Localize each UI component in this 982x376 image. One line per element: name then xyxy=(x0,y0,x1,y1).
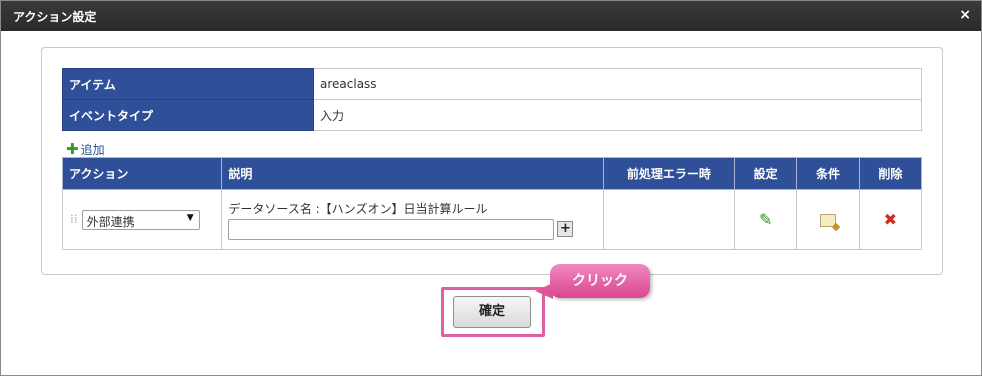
settings-cell: ✎ xyxy=(733,189,798,250)
event-type-label: イベントタイプ xyxy=(62,99,314,131)
info-row-event-type: イベントタイプ 入力 xyxy=(62,99,922,131)
description-input[interactable] xyxy=(228,218,555,240)
action-settings-dialog: アクション設定 × アイテム areaclass イベントタイプ 入力 ✚ 追加 … xyxy=(0,0,982,376)
confirm-button[interactable]: 確定 xyxy=(453,296,531,328)
header-settings: 設定 xyxy=(733,157,798,190)
table-row: ⁞⁞ 外部連携 ▼ データソース名 :【ハンズオン】日当計算ルール + ✎ ✖ xyxy=(61,189,923,250)
settings-panel: アイテム areaclass イベントタイプ 入力 ✚ 追加 アクション 説明 前… xyxy=(41,47,943,275)
event-type-value: 入力 xyxy=(313,99,922,131)
header-description: 説明 xyxy=(221,157,604,190)
close-icon[interactable]: × xyxy=(959,7,971,23)
item-value: areaclass xyxy=(313,68,922,100)
delete-x-icon[interactable]: ✖ xyxy=(884,210,897,229)
action-cell: ⁞⁞ 外部連携 ▼ xyxy=(61,189,223,250)
condition-note-icon[interactable] xyxy=(819,213,836,227)
click-callout: クリック xyxy=(550,264,650,298)
action-table-header: アクション 説明 前処理エラー時 設定 条件 削除 xyxy=(61,157,923,190)
expand-plus-icon[interactable]: + xyxy=(557,221,574,237)
edit-pencil-icon[interactable]: ✎ xyxy=(759,210,772,229)
header-action: アクション xyxy=(61,157,223,190)
info-row-item: アイテム areaclass xyxy=(62,68,922,100)
action-table: アクション 説明 前処理エラー時 設定 条件 削除 ⁞⁞ 外部連携 ▼ データソース… xyxy=(61,157,923,250)
condition-cell xyxy=(796,189,860,250)
drag-handle-icon[interactable]: ⁞⁞ xyxy=(70,212,78,226)
action-type-select[interactable]: 外部連携 ▼ xyxy=(81,209,200,230)
confirm-highlight-box: 確定 xyxy=(441,287,545,337)
pre-error-cell xyxy=(602,189,735,250)
header-condition: 条件 xyxy=(796,157,860,190)
item-label: アイテム xyxy=(62,68,314,100)
title-bar: アクション設定 × xyxy=(1,1,981,31)
dialog-title: アクション設定 xyxy=(13,10,97,24)
plus-icon: ✚ xyxy=(66,140,79,158)
delete-cell: ✖ xyxy=(858,189,923,250)
header-delete: 削除 xyxy=(858,157,923,190)
header-pre-error: 前処理エラー時 xyxy=(602,157,735,190)
info-table: アイテム areaclass イベントタイプ 入力 xyxy=(62,68,922,131)
add-action-link[interactable]: ✚ 追加 xyxy=(66,140,105,158)
description-text: データソース名 :【ハンズオン】日当計算ルール xyxy=(228,201,488,216)
action-type-value: 外部連携 xyxy=(86,214,135,229)
add-link-label: 追加 xyxy=(80,143,105,157)
dropdown-arrow-icon: ▼ xyxy=(186,212,194,223)
description-cell: データソース名 :【ハンズオン】日当計算ルール + xyxy=(221,189,604,250)
